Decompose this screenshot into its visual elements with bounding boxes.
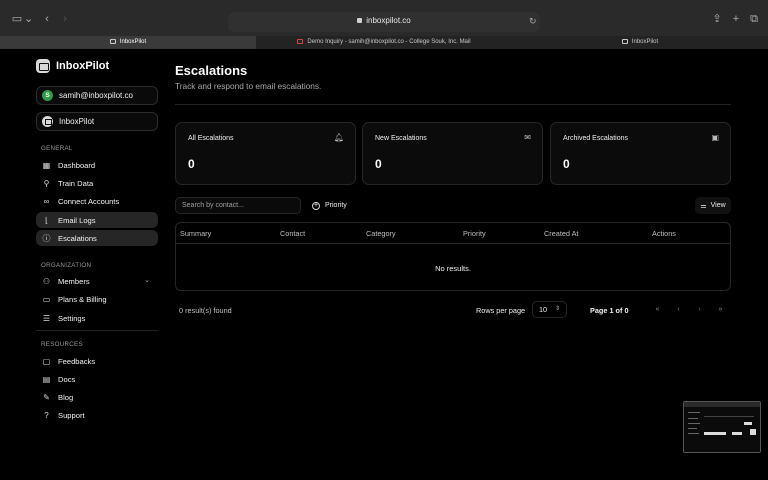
brand[interactable]: InboxPilot [36, 58, 109, 74]
sidebar-divider [36, 330, 158, 331]
empty-state: No results. [435, 264, 471, 273]
credit-card-icon: ▭ [42, 294, 51, 304]
avatar: S [42, 90, 53, 101]
view-options-button[interactable]: ⚌ View [695, 197, 731, 214]
tab-gmail[interactable]: Demo Inquiry - samih@inboxpilot.co - Col… [256, 36, 512, 49]
inbox-icon: ✉ [524, 133, 531, 142]
results-count: 0 result(s) found [179, 306, 232, 315]
inboxpilot-logo-icon [36, 59, 50, 73]
card-value: 0 [375, 157, 382, 171]
column-header[interactable]: Created At [544, 229, 578, 238]
tab-bar: InboxPilot Demo Inquiry - samih@inboxpil… [0, 36, 768, 49]
chevron-down-icon[interactable]: ⌄ [144, 276, 150, 284]
card-value: 0 [563, 157, 570, 171]
chart-icon: ⌊ [44, 215, 49, 225]
main-content: Escalations Track and respond to email e… [175, 49, 731, 480]
url-text: inboxpilot.co [366, 16, 411, 25]
section-resources: RESOURCES [41, 341, 83, 348]
app: InboxPilot S samih@inboxpilot.co InboxPi… [0, 49, 768, 480]
sidebar-item-feedbacks[interactable]: ▢ Feedbacks [36, 353, 158, 369]
sidebar-item-escalations[interactable]: ⓘ Escalations [36, 230, 158, 246]
inboxpilot-favicon-icon [109, 39, 116, 44]
rows-per-page-select[interactable]: 10 ⇕ [532, 301, 567, 318]
header-divider [175, 104, 731, 105]
pen-icon: ✎ [43, 392, 50, 402]
help-circle-icon: ? [44, 410, 49, 420]
back-icon[interactable]: ‹ [40, 13, 54, 25]
escalations-table: Summary Contact Category Priority Create… [175, 222, 731, 291]
archive-icon: ▣ [711, 133, 719, 142]
account-email: samih@inboxpilot.co [59, 91, 133, 100]
card-value: 0 [188, 157, 195, 171]
page-subtitle: Track and respond to email escalations. [175, 81, 322, 91]
next-page-icon[interactable]: › [691, 301, 708, 318]
sidebar: InboxPilot S samih@inboxpilot.co InboxPi… [28, 49, 164, 480]
card-archived-escalations: Archived Escalations ▣ 0 [550, 122, 731, 185]
document-icon: ▤ [42, 374, 51, 384]
column-header: Actions [652, 229, 676, 238]
browser-toolbar: ▭ ⌄ ‹ › inboxpilot.co ↻ ⇪ + ⧉ [0, 0, 768, 36]
sidebar-item-email-logs[interactable]: ⌊ Email Logs [36, 212, 158, 228]
tab-overview-icon[interactable]: ⧉ [747, 13, 761, 25]
search-input[interactable]: Search by contact... [175, 197, 301, 214]
rows-per-page-label: Rows per page [476, 306, 526, 315]
sidebar-item-connect-accounts[interactable]: ∞ Connect Accounts [36, 193, 158, 209]
column-header[interactable]: Category [366, 229, 396, 238]
browser-chrome: ▭ ⌄ ‹ › inboxpilot.co ↻ ⇪ + ⧉ InboxPilot… [0, 0, 768, 49]
reload-icon[interactable]: ↻ [529, 16, 537, 27]
members-icon: ⚇ [42, 276, 51, 286]
table-header-divider [176, 243, 730, 244]
info-circle-icon: ⓘ [42, 233, 51, 243]
card-all-escalations: All Escalations 🔔︎ 0 [175, 122, 356, 185]
share-icon[interactable]: ⇪ [710, 13, 724, 25]
pin-icon: ⚲ [43, 178, 50, 188]
account-switcher[interactable]: S samih@inboxpilot.co [36, 86, 158, 105]
lock-icon [357, 18, 363, 23]
section-organization: ORGANIZATION [41, 262, 92, 269]
priority-filter-button[interactable]: + Priority [306, 197, 353, 214]
gmail-favicon-icon [297, 39, 304, 44]
column-header[interactable]: Priority [463, 229, 486, 238]
inboxpilot-favicon-icon [621, 39, 628, 44]
plus-circle-icon: + [312, 201, 320, 210]
sidebar-item-plans-billing[interactable]: ▭ Plans & Billing [36, 291, 158, 307]
sidebar-item-train-data[interactable]: ⚲ Train Data [36, 175, 158, 191]
card-new-escalations: New Escalations ✉ 0 [362, 122, 543, 185]
sidebar-item-support[interactable]: ? Support [36, 407, 158, 423]
sidebar-item-settings[interactable]: ☰ Settings [36, 310, 158, 326]
address-bar[interactable]: inboxpilot.co [228, 12, 540, 32]
workspace-switcher[interactable]: InboxPilot [36, 112, 158, 131]
column-header[interactable]: Contact [280, 229, 305, 238]
last-page-icon[interactable]: » [712, 301, 729, 318]
screenshot-thumbnail[interactable] [683, 401, 761, 453]
sidebar-item-blog[interactable]: ✎ Blog [36, 389, 158, 405]
sidebar-item-docs[interactable]: ▤ Docs [36, 371, 158, 387]
workspace-name: InboxPilot [59, 117, 95, 126]
tab-inboxpilot-2[interactable]: InboxPilot [512, 36, 768, 49]
sidebar-item-dashboard[interactable]: ▦ Dashboard [36, 157, 158, 173]
link-icon: ∞ [43, 196, 50, 206]
brand-name: InboxPilot [56, 60, 110, 72]
settings-sliders-icon: ☰ [42, 313, 51, 323]
section-general: GENERAL [41, 145, 73, 152]
first-page-icon[interactable]: « [649, 301, 666, 318]
sliders-icon: ⚌ [700, 202, 707, 210]
page-title: Escalations [175, 63, 248, 78]
message-icon: ▢ [42, 356, 51, 366]
dashboard-icon: ▦ [42, 160, 51, 170]
bell-icon: 🔔︎ [333, 133, 344, 142]
chevron-down-icon[interactable]: ⌄ [24, 13, 33, 25]
workspace-icon [42, 116, 53, 127]
tab-inboxpilot[interactable]: InboxPilot [0, 36, 256, 49]
new-tab-icon[interactable]: + [729, 13, 743, 25]
sidebar-item-members[interactable]: ⚇ Members ⌄ [36, 273, 158, 289]
page-indicator: Page 1 of 0 [590, 306, 629, 315]
previous-page-icon[interactable]: ‹ [670, 301, 687, 318]
chevron-up-down-icon: ⇕ [554, 306, 560, 312]
sidebar-toggle-icon[interactable]: ▭ [10, 13, 24, 25]
forward-icon[interactable]: › [58, 13, 72, 25]
column-header[interactable]: Summary [180, 229, 211, 238]
